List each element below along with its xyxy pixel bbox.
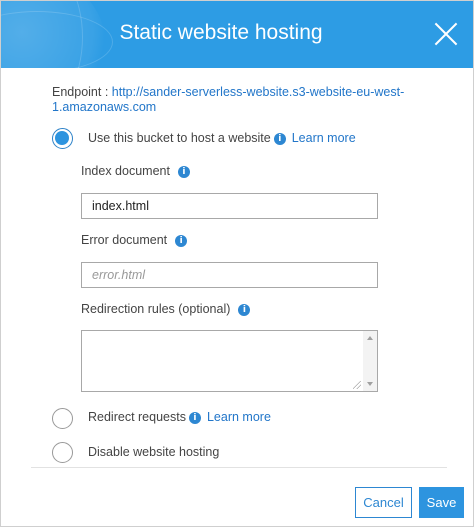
dialog-header: Static website hosting [1, 1, 473, 68]
scroll-up-arrow-icon[interactable] [367, 336, 373, 340]
learn-more-link[interactable]: Learn more [207, 410, 271, 424]
info-icon[interactable]: i [175, 234, 188, 247]
error-document-input[interactable] [81, 262, 378, 288]
disable-hosting-label: Disable website hosting [88, 445, 220, 459]
dialog-title: Static website hosting [119, 21, 323, 44]
info-icon[interactable]: i [177, 165, 190, 178]
static-website-hosting-dialog: Static website hosting Endpoint : http:/… [0, 0, 474, 527]
cancel-button[interactable]: Cancel [355, 487, 412, 518]
info-icon[interactable]: i [188, 411, 201, 424]
redirection-rules-textarea[interactable] [81, 330, 378, 392]
save-button[interactable]: Save [419, 487, 464, 518]
error-document-label: Error document [81, 233, 168, 247]
endpoint-label: Endpoint : [52, 85, 109, 99]
redirect-requests-radio[interactable] [52, 408, 73, 429]
redirection-rules-field-label: Redirection rules (optional) i [81, 302, 251, 316]
endpoint: Endpoint : http://sander-serverless-webs… [52, 85, 432, 115]
resize-grip-icon[interactable] [353, 381, 361, 389]
error-document-field-label: Error document i [81, 233, 188, 247]
textarea-scrollbar[interactable] [363, 331, 377, 391]
footer-divider [31, 467, 447, 468]
redirection-rules-label: Redirection rules (optional) [81, 302, 231, 316]
host-website-label: Use this bucket to host a website [88, 131, 271, 145]
index-document-field-label: Index document i [81, 164, 190, 178]
index-document-label: Index document [81, 164, 170, 178]
info-icon[interactable]: i [273, 132, 286, 145]
close-icon[interactable] [433, 21, 459, 47]
info-icon[interactable]: i [238, 303, 251, 316]
learn-more-link[interactable]: Learn more [292, 131, 356, 145]
host-website-option: Use this bucket to host a website i Learn … [88, 131, 356, 145]
host-website-radio[interactable] [52, 128, 73, 149]
index-document-input[interactable] [81, 193, 378, 219]
scroll-down-arrow-icon[interactable] [367, 382, 373, 386]
redirect-requests-label: Redirect requests [88, 410, 186, 424]
disable-hosting-radio[interactable] [52, 442, 73, 463]
redirect-requests-option: Redirect requests i Learn more [88, 410, 271, 424]
